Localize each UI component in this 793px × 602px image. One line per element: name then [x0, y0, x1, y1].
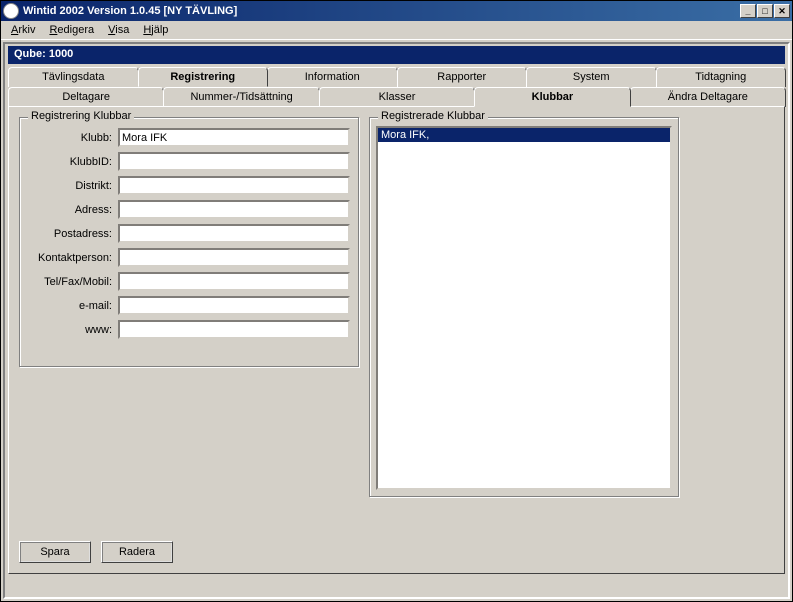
menu-visa[interactable]: Visa [102, 23, 135, 37]
label-adress: Adress: [28, 204, 118, 216]
minimize-button[interactable]: _ [740, 4, 756, 18]
menubar: Arkiv Redigera Visa Hjälp [1, 21, 792, 40]
input-distrikt[interactable] [118, 176, 350, 195]
input-kontakt[interactable] [118, 248, 350, 267]
label-email: e-mail: [28, 300, 118, 312]
input-tel[interactable] [118, 272, 350, 291]
close-button[interactable]: ✕ [774, 4, 790, 18]
subtab-klubbar[interactable]: Klubbar [474, 87, 630, 107]
qube-bar: Qube: 1000 [8, 46, 785, 64]
menu-redigera[interactable]: Redigera [43, 23, 100, 37]
group-right-legend: Registrerade Klubbar [378, 110, 488, 122]
tab-information[interactable]: Information [267, 67, 398, 87]
tab-rapporter[interactable]: Rapporter [397, 67, 528, 87]
spara-button[interactable]: Spara [19, 541, 91, 563]
tabs-area: Tävlingsdata Registrering Information Ra… [8, 67, 785, 574]
tab-registrering[interactable]: Registrering [138, 67, 269, 87]
group-registrering-klubbar: Registrering Klubbar Klubb: KlubbID: Dis… [19, 117, 359, 367]
tab-tidtagning[interactable]: Tidtagning [656, 67, 787, 87]
app-window: Wintid 2002 Version 1.0.45 [NY TÄVLING] … [0, 0, 793, 602]
label-klubb: Klubb: [28, 132, 118, 144]
content-area: Qube: 1000 Tävlingsdata Registrering Inf… [3, 42, 790, 599]
menu-arkiv[interactable]: Arkiv [5, 23, 41, 37]
menu-hjalp[interactable]: Hjälp [137, 23, 174, 37]
subtab-nummer[interactable]: Nummer-/Tidsättning [163, 87, 319, 107]
input-klubbid[interactable] [118, 152, 350, 171]
subtab-andra[interactable]: Ändra Deltagare [630, 87, 786, 107]
list-item[interactable]: Mora IFK, [378, 128, 670, 142]
main-tabs: Tävlingsdata Registrering Information Ra… [8, 67, 785, 87]
tab-system[interactable]: System [526, 67, 657, 87]
input-email[interactable] [118, 296, 350, 315]
maximize-button[interactable]: □ [757, 4, 773, 18]
titlebar: Wintid 2002 Version 1.0.45 [NY TÄVLING] … [1, 1, 792, 21]
group-left-legend: Registrering Klubbar [28, 110, 134, 122]
label-www: www: [28, 324, 118, 336]
subtab-deltagare[interactable]: Deltagare [8, 87, 164, 107]
sub-tabs: Deltagare Nummer-/Tidsättning Klasser Kl… [8, 87, 785, 107]
tab-tavlingsdata[interactable]: Tävlingsdata [8, 67, 139, 87]
window-title: Wintid 2002 Version 1.0.45 [NY TÄVLING] [23, 5, 740, 17]
label-klubbid: KlubbID: [28, 156, 118, 168]
input-www[interactable] [118, 320, 350, 339]
label-distrikt: Distrikt: [28, 180, 118, 192]
input-klubb[interactable] [118, 128, 350, 147]
subtab-klasser[interactable]: Klasser [319, 87, 475, 107]
radera-button[interactable]: Radera [101, 541, 173, 563]
label-tel: Tel/Fax/Mobil: [28, 276, 118, 288]
tab-content: Registrering Klubbar Klubb: KlubbID: Dis… [8, 106, 785, 574]
input-adress[interactable] [118, 200, 350, 219]
app-icon [3, 3, 19, 19]
window-controls: _ □ ✕ [740, 4, 790, 18]
klubbar-listbox[interactable]: Mora IFK, [376, 126, 672, 490]
label-kontakt: Kontaktperson: [28, 252, 118, 264]
label-postadress: Postadress: [28, 228, 118, 240]
group-registrerade-klubbar: Registrerade Klubbar Mora IFK, [369, 117, 679, 497]
input-postadress[interactable] [118, 224, 350, 243]
button-bar: Spara Radera [19, 541, 173, 563]
